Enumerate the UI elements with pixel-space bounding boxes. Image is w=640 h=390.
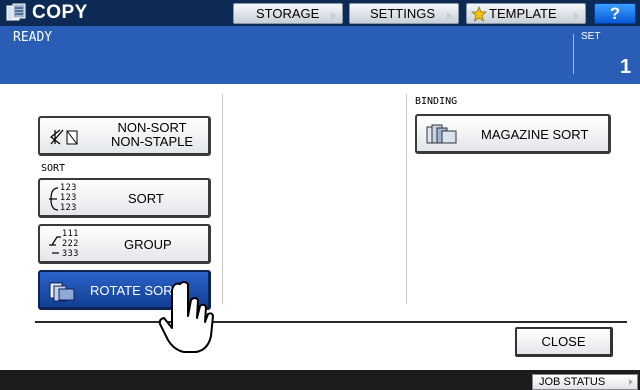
- column-divider: [222, 94, 223, 304]
- group-label: GROUP: [124, 237, 172, 252]
- help-button[interactable]: ?: [594, 3, 636, 24]
- sort-icon-row: 123: [60, 203, 77, 213]
- group-icon-row: 222: [62, 239, 79, 249]
- set-count: 1: [620, 56, 632, 78]
- binding-section-label: BINDING: [415, 96, 458, 107]
- storage-button-label: STORAGE: [256, 6, 320, 21]
- sort-label: SORT: [128, 191, 164, 206]
- hand-pointer-icon: [158, 281, 214, 353]
- horizontal-divider: [35, 321, 627, 323]
- non-sort-button[interactable]: NON-SORT NON-STAPLE: [38, 116, 211, 156]
- status-message: READY: [13, 30, 53, 45]
- status-bar: READY SET 1: [0, 26, 640, 84]
- magazine-sort-label: MAGAZINE SORT: [481, 127, 589, 142]
- group-icon-row: 111: [62, 229, 79, 239]
- divider: [573, 34, 574, 74]
- star-icon: [471, 6, 487, 22]
- sort-icon-row: 123: [60, 183, 77, 193]
- non-sort-icon: [50, 129, 78, 145]
- sort-icon-row: 123: [60, 193, 77, 203]
- template-button[interactable]: TEMPLATE: [466, 3, 586, 24]
- rotate-sort-icon: [49, 282, 75, 302]
- settings-button-label: SETTINGS: [370, 6, 436, 21]
- magazine-sort-button[interactable]: MAGAZINE SORT: [415, 114, 611, 154]
- non-sort-label-line2: NON-STAPLE: [110, 134, 194, 149]
- top-bar: COPY STORAGE SETTINGS TEMPLATE ?: [0, 0, 640, 26]
- chevron-right-icon: [447, 12, 452, 20]
- storage-button[interactable]: STORAGE: [233, 3, 343, 24]
- group-icon-row: 333: [62, 249, 79, 259]
- sort-button[interactable]: 123 123 123 SORT: [38, 178, 211, 218]
- job-status-label: JOB STATUS: [539, 376, 606, 388]
- non-sort-label-line1: NON-SORT: [117, 120, 187, 135]
- job-status-button[interactable]: JOB STATUS: [532, 374, 638, 390]
- copy-icon: [6, 3, 26, 21]
- chevron-right-icon: [629, 379, 633, 385]
- chevron-right-icon: [574, 12, 579, 20]
- sort-section-label: SORT: [41, 163, 66, 174]
- set-label: SET: [581, 31, 601, 42]
- close-button[interactable]: CLOSE: [515, 327, 613, 357]
- column-divider: [406, 94, 407, 304]
- chevron-right-icon: [331, 12, 336, 20]
- settings-button[interactable]: SETTINGS: [349, 3, 459, 24]
- magazine-sort-icon: [426, 124, 457, 144]
- app-title: COPY: [32, 2, 88, 23]
- group-button[interactable]: 111 222 333 GROUP: [38, 224, 211, 264]
